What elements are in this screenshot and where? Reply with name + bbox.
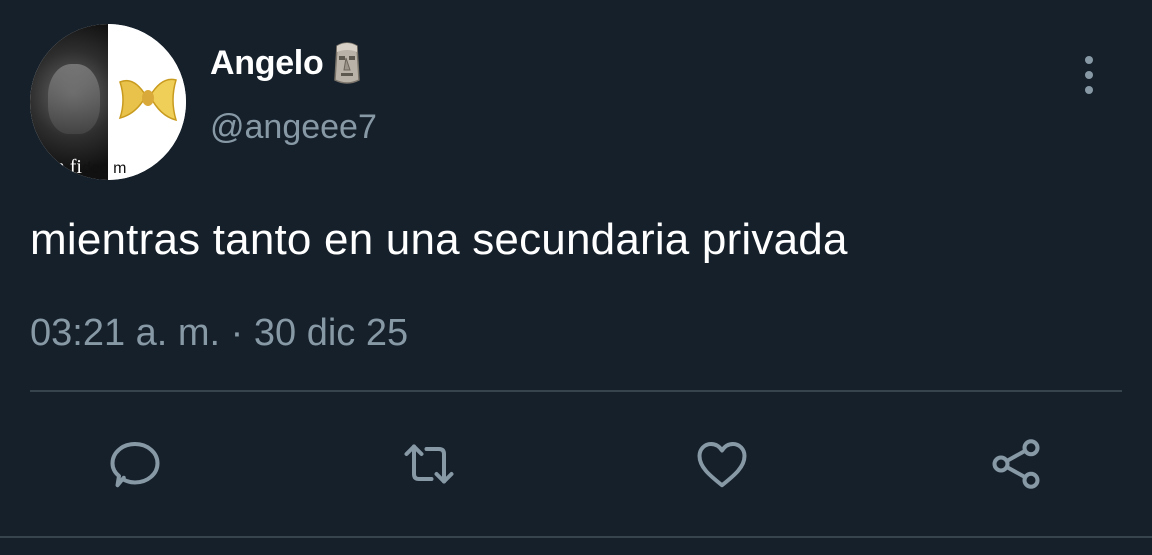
- reply-button[interactable]: [103, 432, 167, 496]
- divider: [30, 390, 1122, 392]
- tweet-text: mientras tanto en una secundaria privada: [30, 215, 848, 264]
- avatar-caption-right: deo m: [81, 160, 127, 177]
- handle[interactable]: @angeee7: [210, 108, 377, 147]
- more-options-dot: [1085, 71, 1093, 79]
- avatar[interactable]: i'm fideo m: [30, 24, 186, 180]
- more-options-dot: [1085, 56, 1093, 64]
- like-icon: [697, 442, 747, 488]
- bottom-divider: [0, 536, 1152, 538]
- pasta-icon: [118, 78, 178, 122]
- moai-icon: [334, 42, 361, 84]
- share-button[interactable]: [984, 432, 1048, 496]
- retweet-icon: [404, 444, 454, 484]
- display-name[interactable]: Angelo: [210, 44, 324, 83]
- retweet-button[interactable]: [397, 432, 461, 496]
- more-options-button[interactable]: [1076, 56, 1102, 94]
- avatar-face: [48, 64, 100, 134]
- reply-icon: [110, 442, 160, 488]
- like-button[interactable]: [690, 432, 754, 496]
- avatar-caption-left: i'm fi: [40, 156, 82, 178]
- avatar-caption: i'm fideo m: [40, 156, 126, 179]
- author-name-row[interactable]: Angelo: [210, 40, 367, 86]
- timestamp[interactable]: 03:21 a. m. · 30 dic 25: [30, 312, 408, 355]
- share-icon: [992, 439, 1040, 489]
- more-options-dot: [1085, 86, 1093, 94]
- tweet-card: i'm fideo m Angelo @angeee7 mientras tan…: [0, 0, 1152, 555]
- action-bar: [0, 432, 1152, 496]
